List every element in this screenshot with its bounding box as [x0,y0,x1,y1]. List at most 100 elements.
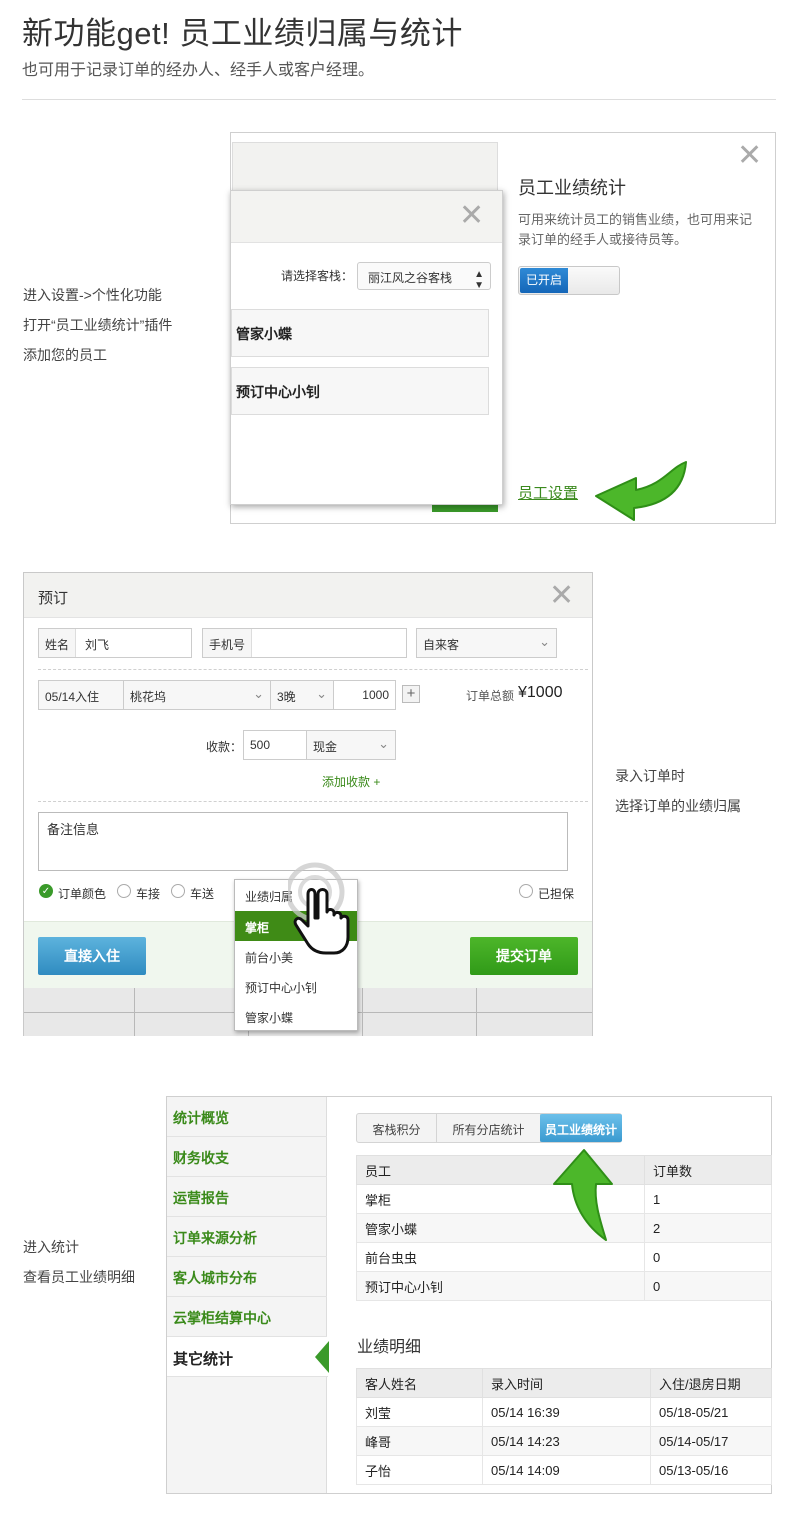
tab-branch-stats[interactable]: 所有分店统计 [437,1114,541,1142]
column-header: 客人姓名 [356,1368,483,1398]
chevron-down-icon: ⌄ [253,686,264,701]
payment-method-value: 现金 [313,740,338,754]
name-field[interactable]: 姓名 刘飞 [38,628,192,658]
note-line: 进入设置->个性化功能 [23,287,162,303]
chevron-down-icon: ⌄ [378,736,389,751]
order-total-value: ¥1000 [518,684,563,701]
hand-cursor-icon [288,862,350,955]
table-cell: 05/14-05/17 [650,1426,772,1456]
check-in-button[interactable]: 直接入住 [38,937,146,975]
table-cell: 2 [644,1213,772,1243]
source-select[interactable]: 自来客 ⌄ [416,628,557,658]
payment-method-select[interactable]: 现金 ⌄ [306,730,396,760]
note-line: 进入统计 [23,1239,79,1255]
updown-arrow-icon: ▲ ▼ [474,269,484,291]
feature-description: 可用来统计员工的销售业绩，也可用来记录订单的经手人或接待员等。 [518,212,753,247]
payment-label: 收款： [206,740,243,754]
table-cell: 05/14 14:23 [482,1426,651,1456]
note-line: 查看员工业绩明细 [23,1269,135,1285]
table-row: 前台虫虫 0 [356,1242,772,1272]
sidebar-item-overview[interactable]: 统计概览 [167,1097,327,1137]
add-room-button[interactable]: + [402,685,420,703]
sidebar-item-finance[interactable]: 财务收支 [167,1137,327,1177]
background-dialog-header [232,142,498,192]
plugin-toggle[interactable]: 已开启 [518,266,620,295]
tab-staff-performance[interactable]: 员工业绩统计 [540,1114,622,1142]
header-divider [22,99,776,100]
inn-select[interactable]: 丽江风之谷客栈 ▲ ▼ [357,262,491,291]
grid-line [134,988,135,1036]
checkin-value: 05/14入住 [45,690,100,704]
note-line: 打开“员工业绩统计”插件 [23,317,173,333]
sidebar-item-guest-city[interactable]: 客人城市分布 [167,1257,327,1297]
booking-dialog-title: 预订 [38,590,69,607]
table-cell: 预订中心小钊 [356,1271,645,1301]
toggle-on-label: 已开启 [520,268,568,293]
name-label: 姓名 [39,629,77,657]
table-cell: 05/14 14:09 [482,1455,651,1485]
guaranteed-checkbox[interactable] [519,884,533,898]
table-cell: 刘莹 [356,1397,483,1427]
chevron-down-icon: ⌄ [539,634,550,649]
room-value: 桃花坞 [130,690,167,704]
add-payment-link[interactable]: 添加收款 + [322,773,380,790]
nights-select[interactable]: 3晚 ⌄ [270,680,334,710]
staff-dialog-header: ✕ [231,191,502,243]
grid-line [362,988,363,1036]
nights-value: 3晚 [277,690,296,704]
inn-select-value: 丽江风之谷客栈 [368,271,453,285]
statistics-panel: 统计概览 财务收支 运营报告 订单来源分析 客人城市分布 云掌柜结算中心 其它统… [166,1096,772,1494]
table-cell: 子怡 [356,1455,483,1485]
table-cell: 05/14 16:39 [482,1397,651,1427]
order-color-checkbox[interactable]: ✓ [39,884,53,898]
statistics-tabs: 客栈积分 所有分店统计 员工业绩统计 [356,1113,622,1143]
detail-table: 客人姓名 录入时间 入住/退房日期 刘莹 05/14 16:39 05/18-0… [356,1368,772,1485]
table-cell: 前台虫虫 [356,1242,645,1272]
checkin-date-select[interactable]: 05/14入住 [38,680,124,710]
page-subtitle: 也可用于记录订单的经办人、经手人或客户经理。 [22,62,375,79]
sidebar-item-order-source[interactable]: 订单来源分析 [167,1217,327,1257]
dropdown-item[interactable]: 管家小蝶 [235,1001,357,1031]
dropdown-item[interactable]: 预订中心小钊 [235,971,357,1001]
active-indicator-icon [315,1341,329,1373]
order-color-label: 订单颜色 [58,887,107,901]
close-icon[interactable]: ✕ [737,141,762,171]
table-cell: 05/18-05/21 [650,1397,772,1427]
staff-settings-link[interactable]: 员工设置 [518,482,578,503]
sidebar-item-settlement[interactable]: 云掌柜结算中心 [167,1297,327,1337]
feature-title: 员工业绩统计 [518,178,626,198]
booking-dialog-header: 预订 ✕ [24,573,592,618]
room-select[interactable]: 桃花坞 ⌄ [123,680,271,710]
phone-label: 手机号 [203,629,253,657]
staff-item[interactable]: 预订中心小钊 [231,367,489,415]
table-header-row: 客人姓名 录入时间 入住/退房日期 [356,1368,772,1398]
grid-line [476,988,477,1036]
column-header: 入住/退房日期 [650,1368,772,1398]
pickup-checkbox[interactable] [117,884,131,898]
note-line: 添加您的员工 [23,347,107,363]
page-title: 新功能get! 员工业绩归属与统计 [22,16,463,51]
table-row: 预订中心小钊 0 [356,1271,772,1301]
close-icon[interactable]: ✕ [549,581,574,611]
staff-dialog: ✕ 请选择客栈： 丽江风之谷客栈 ▲ ▼ 管家小蝶 预订中心小钊 [230,190,503,505]
price-input[interactable]: 1000 [333,680,396,710]
note-line: 选择订单的业绩归属 [615,798,741,814]
submit-order-button[interactable]: 提交订单 [470,937,578,975]
phone-field[interactable]: 手机号 [202,628,407,658]
divider [38,669,588,670]
table-cell: 1 [644,1184,772,1214]
detail-title: 业绩明细 [357,1339,422,1356]
sidebar-item-other[interactable]: 其它统计 [167,1337,328,1377]
tab-inn-points[interactable]: 客栈积分 [357,1114,437,1142]
dropdown-item-label: 掌柜 [245,921,270,935]
payment-input[interactable]: 500 [243,730,307,760]
statistics-sidebar: 统计概览 财务收支 运营报告 订单来源分析 客人城市分布 云掌柜结算中心 其它统… [167,1097,328,1493]
table-row: 刘莹 05/14 16:39 05/18-05/21 [356,1397,772,1427]
table-cell: 05/13-05/16 [650,1455,772,1485]
sidebar-item-operations[interactable]: 运营报告 [167,1177,327,1217]
close-icon[interactable]: ✕ [459,201,484,231]
staff-item[interactable]: 管家小蝶 [231,309,489,357]
column-header: 录入时间 [482,1368,651,1398]
table-cell: 峰哥 [356,1426,483,1456]
dropoff-checkbox[interactable] [171,884,185,898]
